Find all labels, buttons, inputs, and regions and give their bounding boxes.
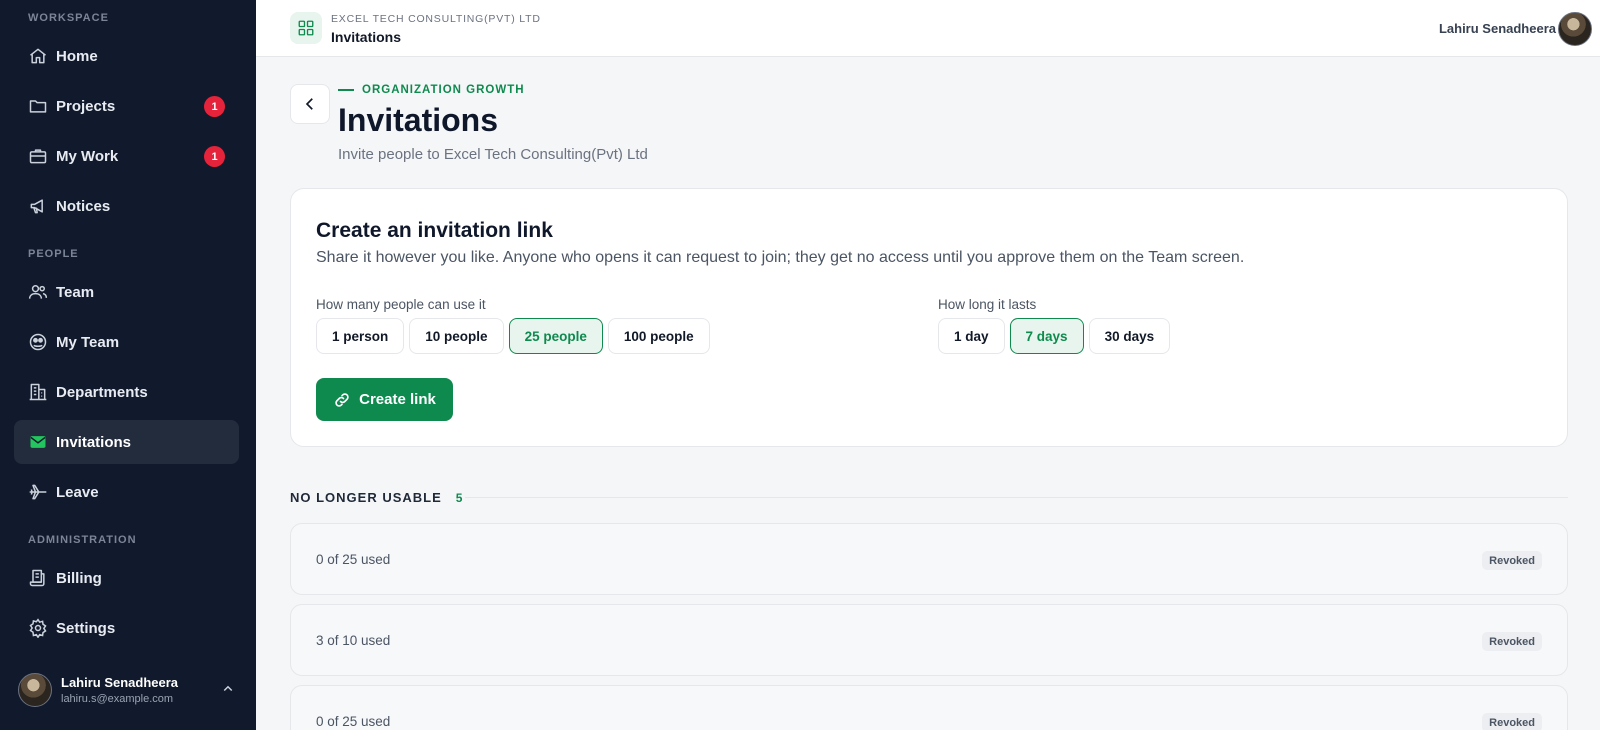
section-header: NO LONGER USABLE 5	[290, 490, 462, 505]
sidebar-item-notices[interactable]: Notices	[14, 184, 239, 228]
card-description: Share it however you like. Anyone who op…	[316, 249, 1245, 266]
sidebar-item-label: Settings	[56, 619, 116, 637]
people-limit-options: 1 person 10 people 25 people 100 people	[316, 318, 710, 354]
breadcrumb: Invitations	[331, 29, 402, 45]
plane-icon	[28, 482, 48, 502]
sidebar-item-label: Departments	[56, 383, 148, 401]
avatar	[18, 673, 52, 707]
sidebar-item-home[interactable]: Home	[14, 34, 239, 78]
option-10-people[interactable]: 10 people	[409, 318, 504, 354]
count-badge: 1	[204, 146, 225, 167]
sidebar-item-settings[interactable]: Settings	[14, 606, 239, 650]
sidebar-item-label: Invitations	[56, 433, 132, 451]
usage-text: 0 of 25 used	[316, 552, 391, 567]
option-30-days[interactable]: 30 days	[1088, 318, 1171, 354]
section-title: NO LONGER USABLE	[290, 490, 442, 505]
sidebar-item-label: Notices	[56, 197, 111, 215]
option-25-people[interactable]: 25 people	[508, 318, 603, 354]
sidebar-item-label: Billing	[56, 569, 102, 587]
home-icon	[28, 46, 48, 66]
organization-name: EXCEL TECH CONSULTING(PVT) LTD	[331, 13, 541, 25]
gear-icon	[28, 618, 48, 638]
sidebar-item-my-team[interactable]: My Team	[14, 320, 239, 364]
status-badge: Revoked	[1482, 551, 1542, 570]
option-100-people[interactable]: 100 people	[607, 318, 710, 354]
briefcase-icon	[28, 146, 48, 166]
team-icon	[28, 332, 48, 352]
sidebar-item-label: Home	[56, 47, 98, 65]
usage-text: 3 of 10 used	[316, 633, 391, 648]
page-eyebrow: ORGANIZATION GROWTH	[338, 84, 525, 96]
option-1-person[interactable]: 1 person	[316, 318, 405, 354]
users-icon	[28, 282, 48, 302]
duration-options: 1 day 7 days 30 days	[938, 318, 1171, 354]
list-item[interactable]: 3 of 10 used Revoked	[290, 604, 1568, 676]
sidebar-user-email: lahiru.s@example.com	[61, 693, 174, 705]
status-badge: Revoked	[1482, 713, 1542, 730]
option-1-day[interactable]: 1 day	[938, 318, 1005, 354]
chevron-left-icon	[305, 98, 313, 110]
section-label-workspace: WORKSPACE	[28, 12, 109, 24]
link-icon	[335, 392, 349, 407]
back-button[interactable]	[290, 84, 330, 124]
mail-icon	[28, 432, 48, 452]
sidebar-user-name: Lahiru Senadheera	[61, 675, 179, 690]
section-label-people: PEOPLE	[28, 248, 79, 260]
header-user-name[interactable]: Lahiru Senadheera	[1439, 21, 1556, 36]
sidebar-item-label: Projects	[56, 97, 116, 115]
sidebar-user-menu[interactable]: Lahiru Senadheera lahiru.s@example.com	[18, 672, 243, 708]
list-item[interactable]: 0 of 25 used Revoked	[290, 685, 1568, 730]
sidebar-item-projects[interactable]: Projects 1	[14, 84, 239, 128]
page-subtitle: Invite people to Excel Tech Consulting(P…	[338, 146, 648, 163]
duration-label: How long it lasts	[938, 297, 1037, 312]
card-title: Create an invitation link	[316, 219, 553, 242]
receipt-icon	[28, 568, 48, 588]
section-label-administration: ADMINISTRATION	[28, 534, 137, 546]
usage-text: 0 of 25 used	[316, 714, 391, 729]
create-link-label: Create link	[359, 391, 436, 408]
folder-icon	[28, 96, 48, 116]
megaphone-icon	[28, 196, 48, 216]
page-title: Invitations	[338, 102, 499, 138]
eyebrow-text: ORGANIZATION GROWTH	[362, 84, 525, 96]
create-link-button[interactable]: Create link	[316, 378, 453, 421]
sidebar-item-my-work[interactable]: My Work 1	[14, 134, 239, 178]
status-badge: Revoked	[1482, 632, 1542, 651]
sidebar: WORKSPACE Home Projects 1 My Work 1 Noti…	[0, 0, 256, 730]
avatar[interactable]	[1558, 12, 1592, 46]
people-limit-label: How many people can use it	[316, 297, 486, 312]
sidebar-item-label: My Team	[56, 333, 120, 351]
sidebar-item-departments[interactable]: Departments	[14, 370, 239, 414]
list-item[interactable]: 0 of 25 used Revoked	[290, 523, 1568, 595]
sidebar-item-team[interactable]: Team	[14, 270, 239, 314]
grid-icon[interactable]	[290, 12, 322, 44]
divider	[465, 497, 1568, 498]
create-invitation-card: Create an invitation link Share it howev…	[290, 188, 1568, 447]
option-7-days[interactable]: 7 days	[1009, 318, 1084, 354]
section-count: 5	[455, 490, 463, 505]
building-icon	[28, 382, 48, 402]
sidebar-item-label: Team	[56, 283, 95, 301]
sidebar-item-label: My Work	[56, 147, 119, 165]
sidebar-item-invitations[interactable]: Invitations	[14, 420, 239, 464]
count-badge: 1	[204, 96, 225, 117]
sidebar-item-billing[interactable]: Billing	[14, 556, 239, 600]
top-header: EXCEL TECH CONSULTING(PVT) LTD Invitatio…	[256, 0, 1600, 57]
chevron-up-icon[interactable]	[219, 680, 237, 698]
sidebar-item-label: Leave	[56, 483, 99, 501]
sidebar-item-leave[interactable]: Leave	[14, 470, 239, 514]
